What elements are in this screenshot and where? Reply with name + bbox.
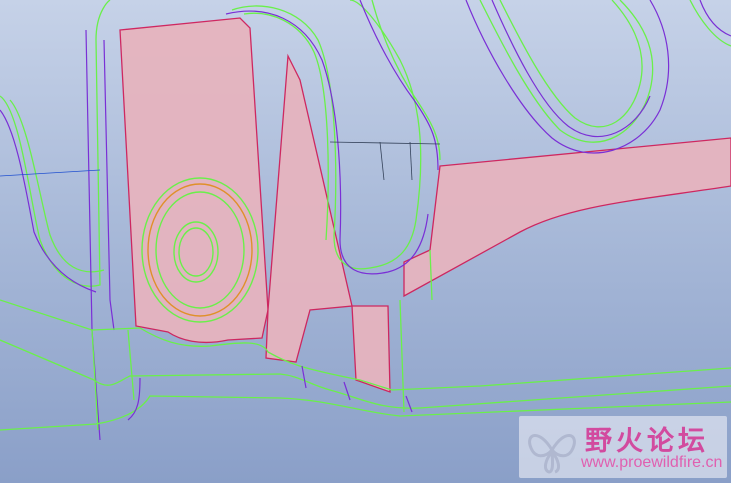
watermark-banner: 野火论坛 www.proewildfire.cn <box>519 416 727 478</box>
watermark-title: 野火论坛 <box>585 426 709 457</box>
slot-outline-far-right-inner <box>499 0 643 128</box>
edge-purple-top-right <box>699 0 731 37</box>
cad-model-wireframe[interactable] <box>0 0 731 483</box>
base-edge-purple-4 <box>405 395 413 413</box>
slot-outline-far-right <box>479 0 654 143</box>
edge-vertical-line-2 <box>409 141 413 181</box>
base-edge-purple-3 <box>343 381 351 401</box>
edge-blue-line-left <box>0 169 101 177</box>
slot-outline-right <box>371 0 441 161</box>
highlighted-surface-right[interactable] <box>403 137 731 298</box>
base-edge-vertical-2 <box>127 329 135 401</box>
edge-purple-slot <box>0 109 97 293</box>
butterfly-logo-icon <box>528 434 576 474</box>
edge-purple-left-2 <box>103 39 115 331</box>
highlighted-surface-middle[interactable] <box>265 53 353 363</box>
edge-horizontal-line <box>329 141 441 145</box>
edge-vertical-line-1 <box>379 141 385 181</box>
edge-purple-left <box>85 29 101 441</box>
cad-3d-viewport[interactable]: 野火论坛 www.proewildfire.cn <box>0 0 731 483</box>
base-edge-purple-2 <box>301 365 307 389</box>
base-edge-vertical-3 <box>399 299 405 413</box>
slot-outline-edge <box>689 0 731 47</box>
watermark-url: www.proewildfire.cn <box>581 454 723 471</box>
slot-outline-left <box>0 0 111 287</box>
edge-purple-right <box>359 0 439 171</box>
